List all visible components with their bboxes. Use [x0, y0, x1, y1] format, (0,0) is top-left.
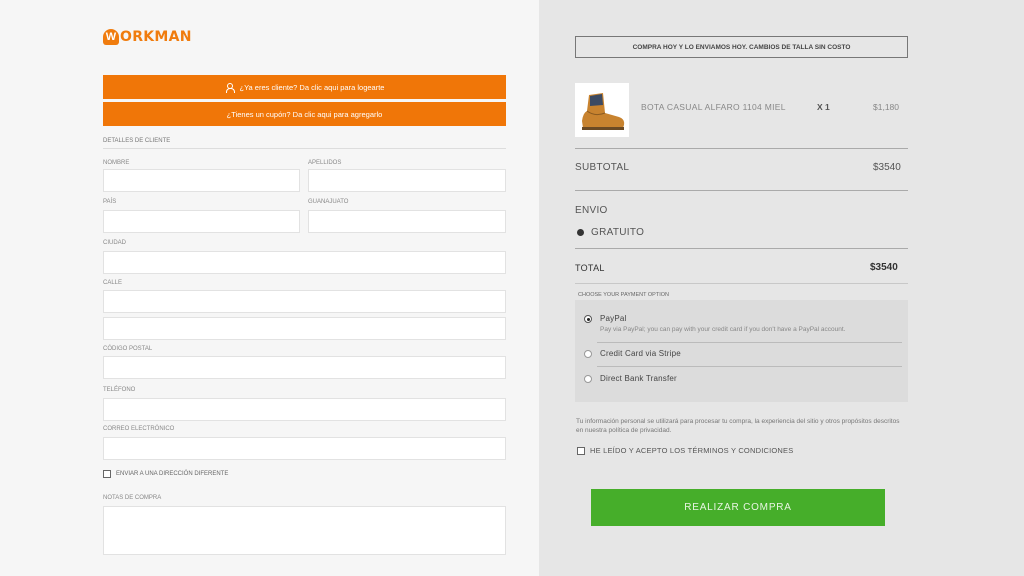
estado-field[interactable]: [308, 210, 506, 233]
ship-different-checkbox[interactable]: [103, 470, 111, 478]
coupon-prompt-label: ¿Tienes un cupón? Da clic aqui para agre…: [226, 109, 383, 119]
divider: [575, 148, 908, 149]
cp-field[interactable]: [103, 356, 506, 379]
divider: [575, 283, 908, 284]
shipping-radio[interactable]: [577, 229, 584, 236]
shipping-label: ENVIO: [575, 205, 608, 216]
shipping-option-label: GRATUITO: [591, 227, 645, 238]
pais-label: País: [103, 199, 117, 205]
paypal-label[interactable]: PayPal: [600, 314, 627, 323]
payment-divider: [597, 366, 902, 367]
ciudad-label: Ciudad: [103, 240, 127, 246]
product-qty: X 1: [817, 102, 830, 112]
workman-logo[interactable]: W ORKMAN: [103, 28, 192, 46]
divider: [575, 190, 908, 191]
apellidos-field[interactable]: [308, 169, 506, 192]
pais-field[interactable]: [103, 210, 300, 233]
coupon-prompt-bar[interactable]: ¿Tienes un cupón? Da clic aqui para agre…: [103, 102, 506, 126]
total-label: TOTAL: [575, 263, 605, 273]
calle-label: Calle: [103, 280, 123, 286]
correo-field[interactable]: [103, 437, 506, 460]
boot-icon: [582, 93, 625, 130]
nombre-label: Nombre: [103, 160, 130, 166]
login-prompt-bar[interactable]: ¿Ya eres cliente? Da clic aqui para loge…: [103, 75, 506, 99]
terms-checkbox[interactable]: [577, 447, 585, 455]
billing-panel: W ORKMAN ¿Ya eres cliente? Da clic aqui …: [0, 0, 539, 576]
correo-label: Correo electrónico: [103, 426, 175, 432]
product-image: [575, 83, 629, 137]
paypal-radio[interactable]: [584, 315, 592, 323]
promo-banner: Compra hoy y lo enviamos hoy. Cambios de…: [575, 36, 908, 58]
user-icon: [225, 82, 235, 93]
stripe-label[interactable]: Credit Card via Stripe: [600, 349, 681, 358]
apellidos-label: Apellidos: [308, 160, 342, 166]
logo-text: ORKMAN: [120, 29, 192, 45]
product-name[interactable]: BOTA CASUAL ALFARO 1104 MIEL: [641, 102, 786, 112]
paypal-description: Pay via PayPal; you can pay with your cr…: [600, 326, 846, 333]
login-prompt-label: ¿Ya eres cliente? Da clic aqui para loge…: [239, 82, 385, 92]
bank-transfer-label[interactable]: Direct Bank Transfer: [600, 374, 677, 383]
telefono-field[interactable]: [103, 398, 506, 421]
product-price: $1,180: [873, 102, 899, 112]
payment-title: Choose your payment option: [578, 292, 669, 298]
section-title: Detalles de cliente: [103, 138, 171, 144]
section-divider: [103, 148, 506, 149]
cp-label: Código postal: [103, 346, 153, 352]
stripe-radio[interactable]: [584, 350, 592, 358]
payment-divider: [597, 342, 902, 343]
calle-field[interactable]: [103, 290, 506, 313]
estado-label: Guanajuato: [308, 199, 349, 205]
terms-label[interactable]: He leído y acepto los términos y condici…: [590, 446, 793, 455]
total-value: $3540: [870, 262, 898, 273]
notas-field[interactable]: [103, 506, 506, 555]
telefono-label: Teléfono: [103, 387, 136, 393]
place-order-button[interactable]: Realizar compra: [591, 489, 885, 526]
divider: [575, 248, 908, 249]
calle-line2-field[interactable]: [103, 317, 506, 340]
nombre-field[interactable]: [103, 169, 300, 192]
notas-label: Notas de compra: [103, 495, 162, 501]
subtotal-label: SUBTOTAL: [575, 162, 630, 173]
privacy-notice: Tu información personal se utilizará par…: [576, 418, 900, 434]
logo-mark: W: [103, 29, 119, 45]
subtotal-value: $3540: [873, 162, 901, 173]
bank-transfer-radio[interactable]: [584, 375, 592, 383]
ciudad-field[interactable]: [103, 251, 506, 274]
ship-different-label: Enviar a una dirección diferente: [116, 471, 229, 477]
